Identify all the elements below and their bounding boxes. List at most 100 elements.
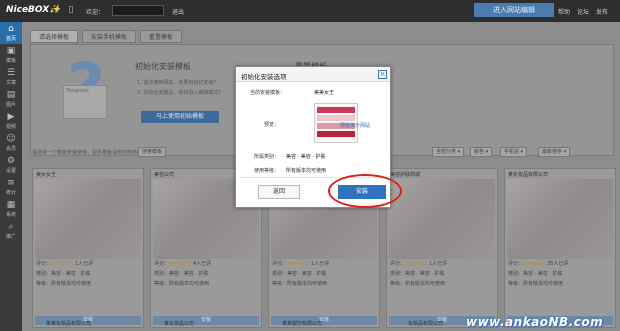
template-tabs: 请选择模板 安装手机模板 重置模板 (30, 30, 184, 44)
rating-label: 评分： (272, 261, 288, 267)
template-card-illustration: Template (63, 85, 107, 119)
thumb-footer (317, 131, 355, 137)
template-card[interactable]: 某化妆品有限公司 评分：★★★★★ 35人已评 类别：美容 · 美容 · 护肤 … (504, 168, 616, 328)
card-category: 类别：美容 · 美容 · 护肤 (390, 271, 445, 277)
sidebar-item-promote[interactable]: ⌕ 推广 (0, 220, 22, 242)
rating-count: 1人已评 (429, 261, 448, 267)
help-link[interactable]: 帮助 (558, 9, 570, 16)
template-preview-image[interactable] (389, 179, 495, 259)
card-level: 等级：所有版本均可使用 (508, 281, 564, 287)
tab-select-template[interactable]: 请选择模板 (30, 30, 79, 43)
card-rating: 评分：★★☆☆☆ 1人已评 (33, 259, 143, 269)
card-title: 某某化妆品有限公司 (46, 321, 92, 327)
card-rating: 评分：★★★★☆ 1人已评 (387, 259, 497, 269)
card-rating: 评分：★★★★☆ 1人已评 (269, 259, 379, 269)
highlight-circle (328, 174, 402, 208)
sidebar-item-home[interactable]: ⌂ 首页 (0, 22, 22, 44)
star-rating: ★★★★☆ (169, 261, 192, 267)
template-card[interactable]: 美女女王 评分：★★☆☆☆ 1人已评 类别：美容 · 美容 · 护肤 等级：所有… (32, 168, 144, 328)
current-template-label: 当前安装模板： (250, 90, 286, 96)
sidebar-item-stats[interactable]: ≡ 统计 (0, 176, 22, 198)
close-icon[interactable]: × (378, 70, 387, 79)
use-initial-template-button[interactable]: 马上使用初始模板 (141, 111, 219, 123)
search-template-button[interactable]: 搜索模板 (138, 147, 167, 157)
sidebar-item-video[interactable]: ▶ 视频 (0, 110, 22, 132)
sidebar-item-label: 推广 (5, 234, 16, 240)
member-icon: ☺ (6, 134, 16, 144)
rating-count: 1人已评 (75, 261, 94, 267)
card-level: 等级：所有版本均可使用 (390, 281, 446, 287)
video-icon: ▶ (7, 112, 15, 122)
category-value: 美容 · 美容 · 护肤 (286, 154, 326, 160)
settings-icon: ⚙ (6, 156, 16, 166)
home-icon: ⌂ (8, 24, 14, 34)
template-card[interactable]: 美容护肤商城 评分：★★★★☆ 1人已评 类别：美容 · 美容 · 护肤 等级：… (386, 168, 498, 328)
tab-reset-template[interactable]: 重置模板 (139, 30, 182, 43)
sidebar-item-label: 会员 (5, 146, 16, 152)
thumb-banner (317, 115, 355, 121)
publish-link[interactable]: 发布 (596, 9, 608, 16)
rating-label: 评分： (390, 261, 406, 267)
card-title: 美女女王 (36, 172, 57, 178)
monitor-icon[interactable]: ▭ (50, 5, 60, 15)
filter-hint: 请选择一个模板安装使用，更多模板请到应用商店 (32, 150, 143, 156)
sidebar-item-label: 文章 (5, 80, 16, 86)
preview-label: 预览： (264, 122, 280, 128)
card-level: 等级：所有版本均可使用 (272, 281, 328, 287)
card-level: 等级：所有版本均可使用 (36, 281, 92, 287)
current-template-value: 美美女王 (314, 90, 335, 96)
preview-demo-link[interactable]: 预览演示网站 (340, 122, 370, 129)
rating-label: 评分： (154, 261, 170, 267)
rating-label: 评分： (36, 261, 52, 267)
mobile-icon[interactable]: ▯ (66, 5, 76, 15)
logout-link[interactable]: 退出 (172, 7, 184, 16)
template-preview-image[interactable] (35, 179, 141, 259)
card-title: 某化妆品有限公司 (508, 172, 549, 178)
sidebar-item-member[interactable]: ☺ 会员 (0, 132, 22, 154)
username-field (112, 5, 164, 16)
back-button[interactable]: 返回 (258, 185, 300, 199)
card-title: 美容护肤商城 (390, 172, 421, 178)
article-icon: ☰ (6, 68, 16, 78)
dialog-header: 初始化安装选项 × (236, 67, 390, 82)
card-rating: 评分：★★★★★ 35人已评 (505, 259, 615, 269)
star-rating: ★★☆☆☆ (51, 261, 74, 267)
tab-mobile-template[interactable]: 安装手机模板 (81, 30, 136, 43)
top-bar: NiceBOX✨ ▭ ▯ 欢迎： 退出 进入网站编辑 帮助 论坛 发布 (0, 0, 620, 22)
system-icon: ▦ (6, 200, 16, 210)
mobile-dropdown[interactable]: 手机站 ▾ (500, 147, 528, 157)
card-title: 化妆品有限公司 (408, 321, 444, 327)
init-line-2: 2. 初始化安装后，你将进入编辑模式？ (137, 90, 224, 96)
init-title: 初始化安装模板 (135, 62, 191, 71)
sidebar-item-label: 首页 (5, 36, 16, 42)
sidebar-item-image[interactable]: ▤ 图片 (0, 88, 22, 110)
sidebar-item-label: 图片 (5, 102, 16, 108)
template-preview-image[interactable] (507, 179, 613, 259)
star-rating: ★★★★☆ (405, 261, 428, 267)
card-category: 类别：美容 · 美容 · 护肤 (508, 271, 563, 277)
sidebar-item-system[interactable]: ▦ 系统 (0, 198, 22, 220)
rating-label: 评分： (508, 261, 524, 267)
card-category: 类别：美容 · 美容 · 护肤 (272, 271, 327, 277)
card-level: 等级：所有版本均可使用 (154, 281, 210, 287)
sidebar-item-label: 统计 (5, 190, 16, 196)
sidebar-item-template[interactable]: ▣ 模板 (0, 44, 22, 66)
template-icon: ▣ (6, 46, 16, 56)
sort-dropdown[interactable]: 最新排序 ▾ (538, 147, 571, 157)
rating-count: 4人已评 (193, 261, 212, 267)
card-rating: 评分：★★★★☆ 4人已评 (151, 259, 261, 269)
sidebar-item-label: 视频 (5, 124, 16, 130)
star-rating: ★★★★☆ (287, 261, 310, 267)
category-dropdown[interactable]: 全部分类 ▾ (432, 147, 465, 157)
sidebar-item-label: 系统 (5, 212, 16, 218)
forum-link[interactable]: 论坛 (577, 9, 589, 16)
rating-count: 1人已评 (311, 261, 330, 267)
sidebar-item-label: 模板 (5, 58, 16, 64)
sidebar-item-settings[interactable]: ⚙ 设置 (0, 154, 22, 176)
init-line-1: 1. 首次使用网站，你要初始化安装？ (137, 80, 219, 86)
sidebar-item-article[interactable]: ☰ 文章 (0, 66, 22, 88)
category-label: 所属类别： (254, 154, 280, 160)
enter-site-editor-button[interactable]: 进入网站编辑 (474, 3, 554, 17)
sidebar-item-label: 设置 (5, 168, 16, 174)
color-dropdown[interactable]: 颜色 ▾ (470, 147, 493, 157)
